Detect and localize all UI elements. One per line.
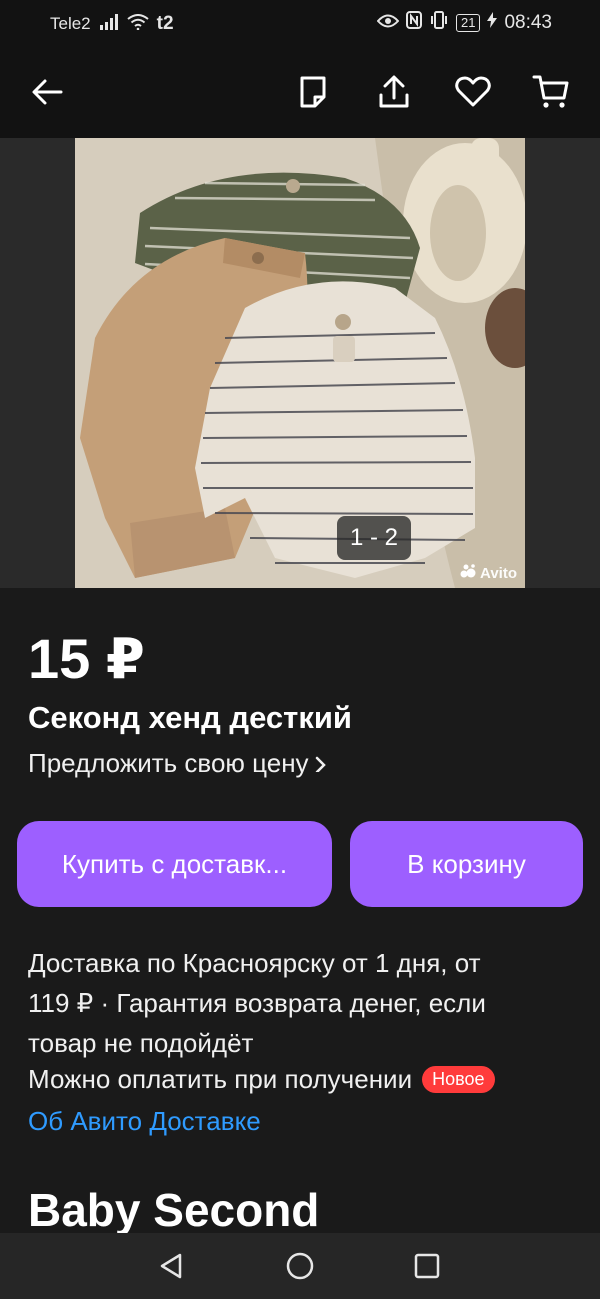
delivery-line-1: Доставка по Красноярску от 1 дня, от [28,948,481,978]
status-bar: Tele2 t2 21 08:43 [0,0,600,46]
eye-icon [376,12,400,34]
pay-on-receipt: Можно оплатить при получении Новое [28,1064,495,1095]
about-avito-delivery-link[interactable]: Об Авито Доставке [28,1106,261,1137]
offer-price-label: Предложить свою цену [28,748,309,778]
add-to-cart-button[interactable]: В корзину [350,821,583,907]
back-arrow-icon[interactable] [27,72,67,112]
heart-icon[interactable] [453,72,493,112]
vibrate-icon [429,11,449,35]
avito-logo-icon [460,564,476,582]
image-gallery[interactable]: 1 - 2 Avito [0,138,600,588]
listing-title: Секонд хенд десткий [28,700,352,735]
carrier-logo: t2 [156,13,174,34]
battery-level: 21 [455,14,481,32]
nfc-icon [405,11,422,35]
avito-watermark: Avito [460,564,517,582]
cart-icon[interactable] [531,72,571,112]
carrier-name: Tele2 [50,14,91,33]
signal-icon [99,13,119,35]
nav-home-icon[interactable] [284,1250,316,1282]
note-icon[interactable] [293,72,333,112]
delivery-info: Доставка по Красноярску от 1 дня, от 119… [28,943,568,1063]
watermark-text: Avito [480,564,517,582]
offer-price-link[interactable]: Предложить свою цену [28,748,327,779]
image-counter: 1 - 2 [337,516,411,560]
listing-content: 15 ₽ Секонд хенд десткий Предложить свою… [0,588,600,1236]
status-right: 21 08:43 [376,11,552,35]
nav-back-icon[interactable] [155,1250,187,1282]
pay-on-receipt-text: Можно оплатить при получении [28,1064,413,1094]
delivery-line-2: 119 ₽ · Гарантия возврата денег, если [28,988,486,1018]
seller-name[interactable]: Baby Second [28,1183,319,1237]
chevron-right-icon [315,748,327,779]
share-icon[interactable] [374,72,414,112]
price: 15 ₽ [28,627,145,690]
wifi-icon [127,13,149,35]
charging-icon [487,12,498,34]
new-badge: Новое [422,1066,495,1093]
nav-recents-icon[interactable] [411,1250,443,1282]
top-app-bar [0,46,600,138]
buy-with-delivery-button[interactable]: Купить с доставк... [17,821,332,907]
clock: 08:43 [504,12,552,33]
delivery-line-3: товар не подойдёт [28,1028,254,1058]
status-left: Tele2 t2 [50,13,174,35]
system-nav-bar [0,1233,600,1299]
product-photo[interactable]: 1 - 2 Avito [75,138,525,588]
